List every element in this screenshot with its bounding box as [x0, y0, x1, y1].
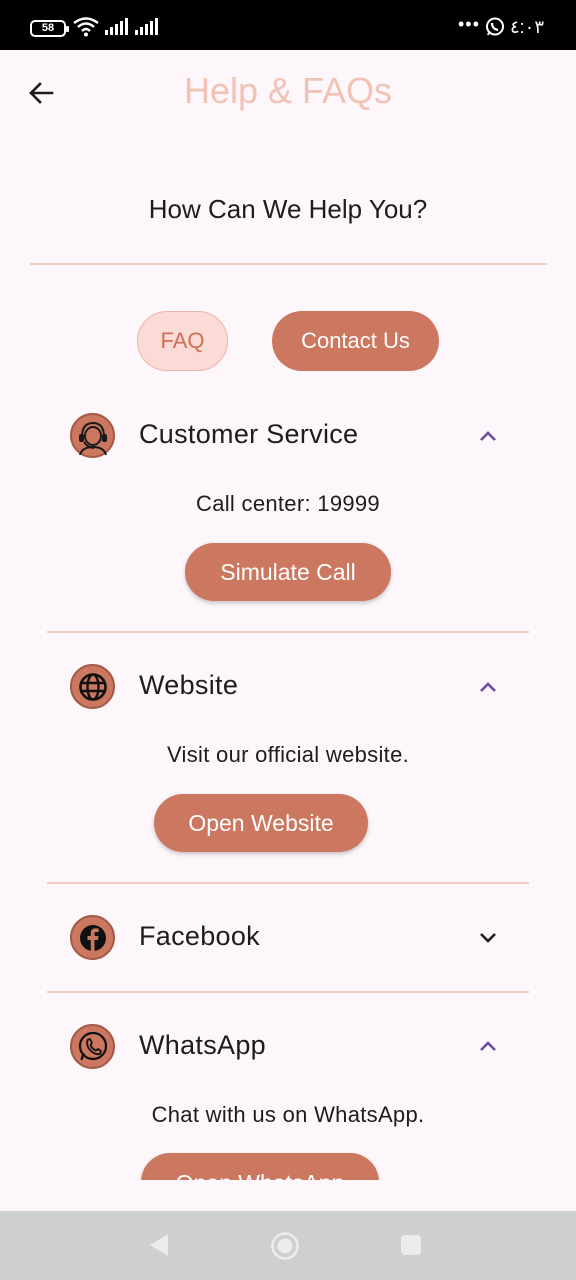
whatsapp-toggle[interactable] [474, 1032, 502, 1060]
tab-faq[interactable]: FAQ [137, 311, 228, 371]
system-navigation-bar [0, 1211, 576, 1280]
customer-service-title: Customer Service [139, 419, 359, 449]
chevron-down-icon [480, 933, 496, 943]
battery-level: 58 [41, 22, 55, 34]
scroll-clip: Open WhatsApp [0, 1150, 576, 1180]
whatsapp-description: Chat with us on WhatsApp. [151, 1102, 425, 1127]
chevron-up-icon [480, 431, 496, 441]
heading-divider [30, 263, 547, 265]
customer-service-toggle[interactable] [474, 422, 502, 450]
status-time: ٤:٠٣ [509, 17, 544, 37]
nav-home-icon[interactable] [270, 1231, 300, 1261]
open-website-button[interactable]: Open Website [154, 794, 368, 852]
website-description: Visit our official website. [166, 742, 410, 767]
facebook-icon [70, 915, 115, 960]
more-notifications-icon: ••• [458, 14, 480, 34]
simulate-call-button[interactable]: Simulate Call [185, 543, 391, 601]
customer-service-icon [70, 413, 115, 458]
page-title: Help & FAQs [183, 70, 393, 111]
open-whatsapp-button[interactable]: Open WhatsApp [141, 1153, 379, 1180]
whatsapp-icon [70, 1024, 115, 1069]
website-title: Website [139, 670, 239, 700]
website-toggle[interactable] [474, 673, 502, 701]
chevron-up-icon [480, 682, 496, 692]
signal-icon [105, 18, 128, 35]
section-divider [47, 882, 529, 884]
signal-icon-2 [135, 18, 158, 35]
section-divider [47, 991, 529, 993]
tab-contact-us[interactable]: Contact Us [272, 311, 439, 371]
chevron-up-icon [480, 1041, 496, 1051]
wifi-icon [73, 17, 99, 37]
nav-recents-icon[interactable] [400, 1234, 422, 1256]
battery-icon: 58 [30, 20, 69, 37]
whatsapp-notification-icon [486, 17, 504, 36]
section-divider [47, 631, 529, 633]
help-heading: How Can We Help You? [148, 194, 428, 224]
whatsapp-title: WhatsApp [139, 1030, 266, 1060]
globe-icon [70, 664, 115, 709]
facebook-title: Facebook [139, 921, 260, 951]
nav-back-icon[interactable] [146, 1231, 172, 1259]
customer-service-description: Call center: 19999 [196, 491, 380, 516]
status-bar: 58 ••• ٤:٠٣ [0, 0, 576, 50]
facebook-toggle[interactable] [474, 924, 502, 952]
